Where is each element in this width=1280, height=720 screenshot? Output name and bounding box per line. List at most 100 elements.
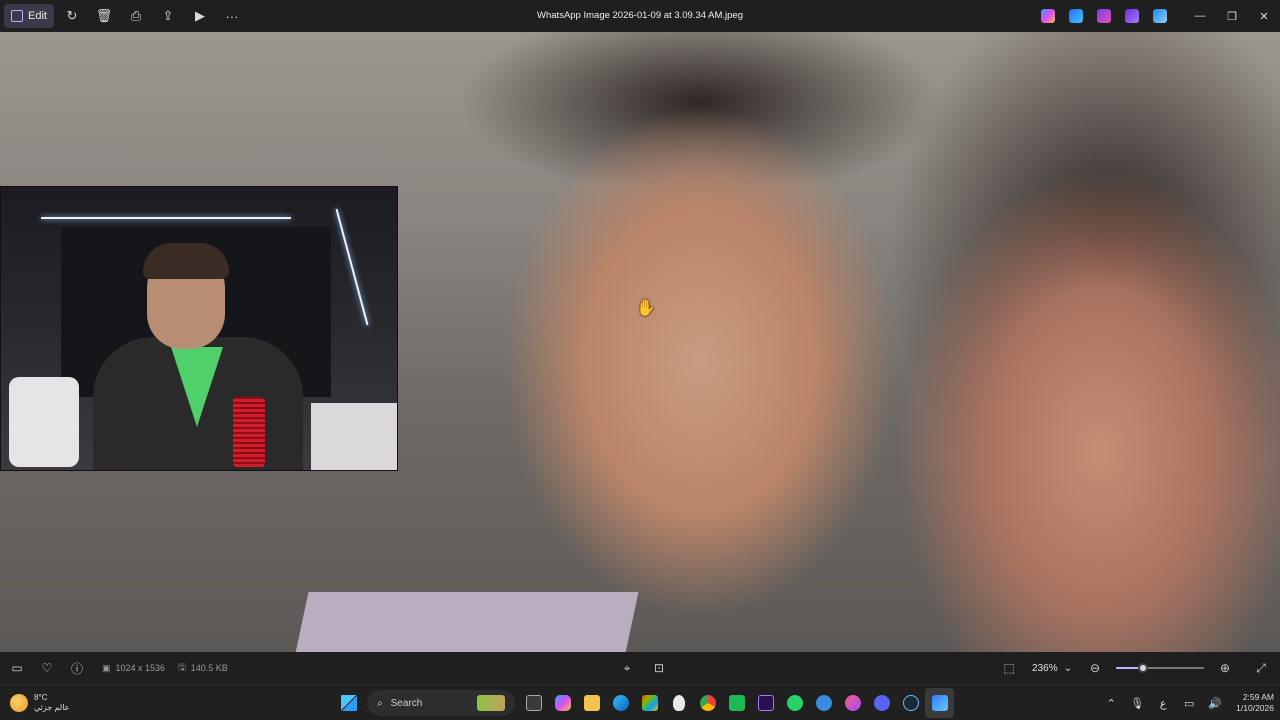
clock-date: 1/10/2026 — [1236, 703, 1274, 713]
start-button[interactable] — [334, 688, 363, 718]
visual-search-icon: ⌖ — [623, 660, 631, 675]
full-screen-button[interactable]: ⤢ — [1246, 653, 1276, 683]
close-button[interactable]: ✕ — [1248, 0, 1280, 32]
zoom-out-icon: ⊖ — [1089, 661, 1101, 675]
taskbar-app-blue[interactable] — [809, 688, 838, 718]
ocr-button[interactable]: ⊡ — [644, 653, 674, 683]
expand-icon: ⤢ — [1256, 660, 1266, 675]
minimize-button[interactable]: — — [1184, 0, 1216, 32]
system-tray: ⌃ 🎙 ع ▭ 🔊 2:59 AM 1/10/2026 — [1100, 688, 1274, 718]
onedrive-icon[interactable] — [1153, 9, 1167, 23]
show-hidden-icons-button[interactable]: ⌃ — [1100, 692, 1122, 714]
title-bar: Edit ↻ 🗑 ⎙ ⇪ ▶ ··· WhatsApp Image 2026-0… — [0, 0, 1280, 32]
slideshow-button[interactable]: ▶ — [186, 4, 214, 28]
more-button[interactable]: ··· — [218, 4, 246, 28]
clock[interactable]: 2:59 AM 1/10/2026 — [1236, 692, 1274, 714]
webcam-mug — [233, 397, 265, 467]
neon-light — [335, 208, 369, 326]
title-bar-right: — ❐ ✕ — [1034, 0, 1280, 32]
taskbar-app-green[interactable] — [722, 688, 751, 718]
info-icon: ⓘ — [70, 661, 83, 676]
maximize-button[interactable]: ❐ — [1216, 0, 1248, 32]
status-bar: ▭ ♡ ⓘ ▣ 1024 x 1536 🖫 140.5 KB ⌖ ⊡ ⬚ 236… — [0, 652, 1280, 684]
heart-icon: ♡ — [41, 661, 53, 675]
fit-window-icon: ⬚ — [1003, 661, 1015, 675]
search-icon: ⌕ — [377, 697, 383, 709]
file-explorer-icon — [583, 695, 600, 711]
steam-icon — [902, 695, 919, 711]
visual-search-button[interactable]: ⌖ — [612, 653, 642, 683]
weather-widget[interactable]: 8°C عالم جزئي — [10, 688, 69, 718]
taskbar-edge[interactable] — [606, 688, 635, 718]
weather-temp: 8°C — [34, 693, 48, 702]
copilot-icon[interactable] — [1041, 9, 1055, 23]
favorite-button[interactable]: ♡ — [32, 653, 62, 683]
taskbar-copilot[interactable] — [548, 688, 577, 718]
image-dimensions: 1024 x 1536 — [115, 663, 166, 673]
start-icon — [340, 695, 357, 711]
volume-button[interactable]: 🔊 — [1204, 692, 1226, 714]
chevron-down-icon: ⌄ — [1063, 662, 1072, 674]
weather-text: 8°C عالم جزئي — [34, 693, 69, 713]
file-info-button[interactable]: ⓘ — [62, 653, 92, 683]
copilot-icon — [554, 695, 571, 711]
neon-light — [41, 217, 291, 219]
edit-pen-icon — [11, 10, 23, 22]
taskbar-steam[interactable] — [896, 688, 925, 718]
status-center: ⌖ ⊡ — [612, 652, 674, 684]
print-button[interactable]: ⎙ — [122, 4, 150, 28]
weather-icon — [10, 694, 28, 712]
weather-description: عالم جزئي — [34, 703, 70, 712]
clock-time: 2:59 AM — [1242, 692, 1274, 702]
taskbar-photos[interactable] — [925, 688, 954, 718]
taskbar-chrome[interactable] — [693, 688, 722, 718]
photos-icon — [931, 695, 948, 711]
taskbar-music[interactable] — [838, 688, 867, 718]
microphone-icon: 🎙 — [1130, 697, 1145, 710]
taskbar-search[interactable]: ⌕ Search — [367, 690, 515, 716]
zoom-level-dropdown[interactable]: 236% ⌄ — [1024, 657, 1080, 679]
filmstrip-button[interactable]: ▭ — [2, 653, 32, 683]
webcam-desk — [311, 403, 397, 470]
designer-icon[interactable] — [1069, 9, 1083, 23]
premiere-icon — [757, 695, 774, 711]
taskbar-discord[interactable] — [867, 688, 896, 718]
zoom-out-button[interactable]: ⊖ — [1080, 653, 1110, 683]
toolbar: Edit ↻ 🗑 ⎙ ⇪ ▶ ··· — [0, 0, 246, 32]
zoom-slider[interactable] — [1116, 660, 1204, 676]
pan-hand-cursor-icon: ✋ — [636, 300, 656, 317]
slideshow-icon: ▶ — [194, 8, 205, 23]
clipchamp-icon[interactable] — [1097, 9, 1111, 23]
webcam-person-hair — [143, 243, 229, 279]
volume-icon: 🔊 — [1208, 697, 1223, 710]
task-view-button[interactable] — [519, 688, 548, 718]
taskbar-whatsapp[interactable] — [780, 688, 809, 718]
microphone-button[interactable]: 🎙 — [1126, 692, 1148, 714]
delete-button[interactable]: 🗑 — [90, 4, 118, 28]
whatsapp-icon — [786, 695, 803, 711]
minimize-icon: — — [1194, 10, 1206, 22]
filmstrip-icon: ▭ — [11, 661, 23, 675]
taskbar-app[interactable] — [664, 688, 693, 718]
taskbar-file-explorer[interactable] — [577, 688, 606, 718]
print-icon: ⎙ — [130, 8, 142, 23]
app-green-icon — [728, 695, 745, 711]
paint-icon[interactable] — [1125, 9, 1139, 23]
webcam-chair — [9, 377, 79, 467]
zoom-controls: ⬚ 236% ⌄ ⊖ ⊕ ⤢ — [994, 652, 1276, 684]
taskbar-store[interactable] — [635, 688, 664, 718]
chrome-icon — [699, 695, 716, 711]
edit-button[interactable]: Edit — [4, 4, 54, 28]
zoom-in-button[interactable]: ⊕ — [1210, 653, 1240, 683]
network-button[interactable]: ▭ — [1178, 692, 1200, 714]
zoom-slider-thumb[interactable] — [1138, 663, 1148, 673]
fit-to-window-button[interactable]: ⬚ — [994, 653, 1024, 683]
taskbar-premiere[interactable] — [751, 688, 780, 718]
dimensions-icon: ▣ — [102, 662, 111, 673]
share-button[interactable]: ⇪ — [154, 4, 182, 28]
input-language-button[interactable]: ع — [1152, 692, 1174, 714]
share-icon: ⇪ — [162, 8, 174, 23]
photo-region — [291, 592, 639, 652]
rotate-button[interactable]: ↻ — [58, 4, 86, 28]
app-music-icon — [844, 695, 861, 711]
